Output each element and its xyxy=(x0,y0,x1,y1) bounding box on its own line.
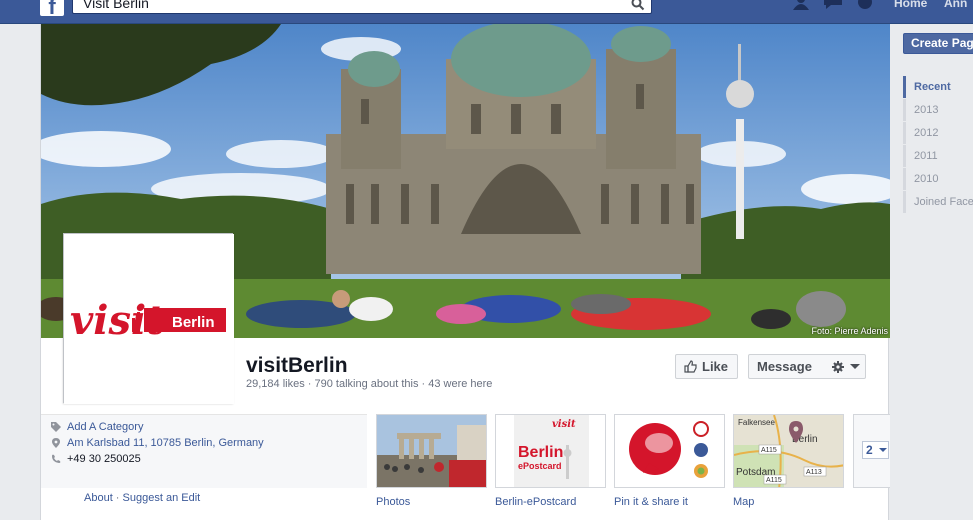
epostcard-title: Berlin xyxy=(518,444,563,461)
message-label: Message xyxy=(757,359,812,374)
app-tile-photos[interactable] xyxy=(376,414,487,488)
epostcard-thumbnail: visit Berlin ePostcard xyxy=(496,415,605,487)
search-input[interactable]: Visit Berlin xyxy=(72,0,652,14)
app-tile-map[interactable]: Falkensee Berlin Potsdam A115 A113 A115 xyxy=(733,414,844,488)
address-link[interactable]: Am Karlsbad 11, 10785 Berlin, Germany xyxy=(67,437,264,449)
page-timeline: Foto: Pierre Adenis visit Berlin visitBe… xyxy=(40,24,890,520)
cover-photo-credit: Foto: Pierre Adenis xyxy=(811,326,888,336)
messages-icon[interactable] xyxy=(822,0,844,10)
about-phone-row: +49 30 250025 xyxy=(52,453,141,465)
nav-user-link[interactable]: Ann xyxy=(944,0,967,10)
add-category-link[interactable]: Add A Category xyxy=(67,421,143,433)
pinit-thumbnail xyxy=(615,415,724,487)
search-icon[interactable] xyxy=(631,0,645,11)
notifications-icon[interactable] xyxy=(854,0,876,10)
map-thumbnail: Falkensee Berlin Potsdam A115 A113 A115 xyxy=(734,415,843,487)
map-road-a115-a: A115 xyxy=(761,447,777,454)
chevron-down-icon[interactable] xyxy=(850,364,860,369)
page-stats: 29,184 likes · 790 talking about this · … xyxy=(246,378,493,390)
top-bar: f Visit Berlin Home Ann xyxy=(0,0,973,24)
phone-number: +49 30 250025 xyxy=(67,453,141,465)
app-tile-epostcard[interactable]: visit Berlin ePostcard xyxy=(495,414,606,488)
suggest-edit-link[interactable]: Suggest an Edit xyxy=(123,492,201,504)
app-label-map[interactable]: Map xyxy=(733,496,754,508)
message-button[interactable]: Message xyxy=(748,354,866,379)
friend-requests-icon[interactable] xyxy=(790,0,812,10)
about-link[interactable]: About xyxy=(84,492,113,504)
map-road-a113: A113 xyxy=(806,469,822,476)
photos-thumbnail xyxy=(377,415,486,487)
facebook-logo[interactable]: f xyxy=(40,0,64,19)
about-category-row[interactable]: Add A Category xyxy=(51,421,143,433)
chevron-down-icon xyxy=(879,448,887,452)
more-apps-count: 2 xyxy=(866,443,873,457)
profile-picture[interactable]: visit Berlin xyxy=(63,233,234,404)
epostcard-logo: visit xyxy=(552,419,576,430)
about-box: Add A Category Am Karlsbad 11, 10785 Ber… xyxy=(41,414,367,488)
thumbs-up-icon xyxy=(684,360,697,373)
phone-icon xyxy=(52,454,61,463)
epostcard-subtitle: ePostcard xyxy=(518,461,562,471)
gear-icon[interactable] xyxy=(832,361,844,373)
app-label-pinit[interactable]: Pin it & share it xyxy=(614,496,688,508)
about-separator: · xyxy=(112,492,123,504)
app-label-photos[interactable]: Photos xyxy=(376,496,410,508)
location-pin-icon xyxy=(52,438,60,448)
visitberlin-logo: visit Berlin xyxy=(64,234,234,404)
about-links: About · Suggest an Edit xyxy=(84,492,200,504)
search-query: Visit Berlin xyxy=(83,0,149,11)
more-apps-tile[interactable]: 2 xyxy=(853,414,890,488)
logo-word-berlin: Berlin xyxy=(172,314,215,331)
app-tile-pinit[interactable] xyxy=(614,414,725,488)
nav-home-link[interactable]: Home xyxy=(894,0,927,10)
timeline-item-2012[interactable]: 2012 xyxy=(903,122,973,144)
tag-icon xyxy=(51,422,61,432)
about-address-row[interactable]: Am Karlsbad 11, 10785 Berlin, Germany xyxy=(52,437,264,449)
like-button[interactable]: Like xyxy=(675,354,738,379)
like-label: Like xyxy=(702,359,729,374)
timeline-item-2013[interactable]: 2013 xyxy=(903,99,973,121)
timeline-item-recent[interactable]: Recent xyxy=(903,76,973,98)
timeline-item-2010[interactable]: 2010 xyxy=(903,168,973,190)
page-title[interactable]: visitBerlin xyxy=(246,354,348,378)
more-apps-dropdown[interactable]: 2 xyxy=(862,441,889,459)
map-road-a115-b: A115 xyxy=(766,477,782,484)
app-label-epostcard[interactable]: Berlin-ePostcard xyxy=(495,496,576,508)
timeline-item-joined[interactable]: Joined Facebook xyxy=(903,191,973,213)
timeline-item-2011[interactable]: 2011 xyxy=(903,145,973,167)
map-place-falkensee: Falkensee xyxy=(738,418,775,427)
create-page-button[interactable]: Create Page xyxy=(903,33,973,54)
